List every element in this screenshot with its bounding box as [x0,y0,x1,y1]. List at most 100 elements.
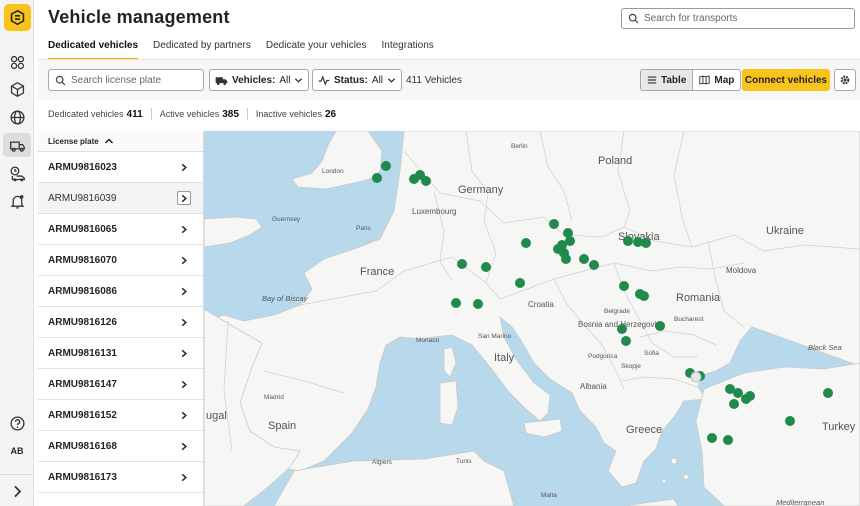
chevron-up-icon [104,138,113,144]
vehicle-marker[interactable] [565,236,575,246]
vehicles-filter-dropdown[interactable]: Vehicles: All [209,69,310,91]
map-icon [699,75,711,85]
dashboard-nav-button[interactable] [3,50,31,74]
vehicle-marker[interactable] [623,236,633,246]
vehicle-marker[interactable] [549,219,559,229]
vehicle-marker[interactable] [723,435,733,445]
vehicle-marker[interactable] [381,161,391,171]
vehicle-marker[interactable] [561,254,571,264]
vehicle-management-app: AB Vehicle management Search for transpo… [0,0,860,506]
license-plate-column-header[interactable]: License plate [38,131,203,152]
network-nav-button[interactable] [3,105,31,129]
vehicle-marker[interactable] [823,388,833,398]
status-filter-dropdown[interactable]: Status: All [312,69,403,91]
map-view-button[interactable]: Map [693,70,740,90]
vehicle-marker[interactable] [785,416,795,426]
user-avatar[interactable]: AB [6,442,28,460]
vehicle-marker[interactable] [733,388,743,398]
row-open-button[interactable] [177,160,191,174]
tab-dedicated-vehicles[interactable]: Dedicated vehicles [48,40,139,60]
table-view-label: Table [661,74,687,86]
vehicle-row[interactable]: ARMU9816173 [38,462,203,493]
vehicle-marker[interactable] [457,259,467,269]
page-title: Vehicle management [48,7,230,27]
license-plate-text: ARMU9816168 [48,440,117,452]
vehicles-nav-button[interactable] [3,133,31,157]
active-count: 385 [222,108,239,120]
vehicle-row[interactable]: ARMU9816039 [38,183,203,214]
tab-dedicate-your-vehicles[interactable]: Dedicate your vehicles [266,40,367,60]
vehicle-marker[interactable] [372,173,382,183]
vehicle-row[interactable]: ARMU9816152 [38,400,203,431]
vehicle-row[interactable]: ARMU9816126 [38,307,203,338]
row-open-button[interactable] [177,284,191,298]
vehicle-marker[interactable] [621,336,631,346]
vehicle-marker[interactable] [619,281,629,291]
row-open-button[interactable] [177,222,191,236]
vehicle-marker[interactable] [655,321,665,331]
row-open-button[interactable] [177,439,191,453]
country-label: Poland [598,155,632,167]
row-open-button[interactable] [177,408,191,422]
city-label: Monaco [416,337,440,344]
app-logo[interactable] [4,4,31,31]
vehicle-row[interactable]: ARMU9816070 [38,245,203,276]
vehicle-marker[interactable] [745,391,755,401]
vehicle-marker[interactable] [515,278,525,288]
license-plate-text: ARMU9816023 [48,161,117,173]
vehicle-map[interactable]: Poland Germany Slovakia Ukraine France Romani… [204,131,860,506]
europe-map: PolandGermanySlovakia UkraineFranceRomani… [204,131,860,506]
vehicle-list: License plate ARMU9816023 ARMU9816039 ARMU… [38,131,204,506]
city-label: Berlin [511,143,528,150]
city-label: Sofia [644,350,659,357]
sea-label: Mediterranean [776,498,824,506]
vehicle-marker[interactable] [641,238,651,248]
row-open-button[interactable] [177,377,191,391]
row-open-button[interactable] [177,253,191,267]
chevron-right-icon [13,485,21,497]
tab-dedicated-by-partners[interactable]: Dedicated by partners [153,40,251,60]
help-icon [9,415,25,431]
shipments-nav-button[interactable] [3,77,31,101]
row-open-button[interactable] [177,346,191,360]
row-open-button[interactable] [177,191,191,205]
tracking-nav-button[interactable] [3,161,31,185]
vehicle-marker[interactable] [521,238,531,248]
vehicle-row[interactable]: ARMU9816065 [38,214,203,245]
row-open-button[interactable] [177,470,191,484]
expand-rail-button[interactable] [3,479,31,503]
search-icon [55,75,66,85]
vehicle-count: 411 Vehicles [406,75,462,86]
vehicle-row[interactable]: ARMU9816168 [38,431,203,462]
vehicle-marker[interactable] [473,299,483,309]
inactive-vehicle-marker[interactable] [690,371,702,383]
vehicle-marker[interactable] [617,324,627,334]
vehicle-row[interactable]: ARMU9816147 [38,369,203,400]
alerts-nav-button[interactable] [3,189,31,213]
vehicle-marker[interactable] [639,291,649,301]
grid-icon [10,55,24,69]
vehicle-row[interactable]: ARMU9816023 [38,152,203,183]
license-plate-search-input[interactable]: Search license plate [48,69,204,91]
vehicle-marker[interactable] [481,262,491,272]
tab-bar: Dedicated vehicles Dedicated by partners… [48,40,434,60]
vehicle-marker[interactable] [451,298,461,308]
vehicle-row[interactable]: ARMU9816086 [38,276,203,307]
row-open-button[interactable] [177,315,191,329]
connect-vehicles-button[interactable]: Connect vehicles [742,69,830,91]
chevron-right-icon [181,411,187,419]
table-view-button[interactable]: Table [641,70,694,90]
tab-integrations[interactable]: Integrations [382,40,434,60]
vehicle-marker[interactable] [707,433,717,443]
vehicle-marker[interactable] [729,399,739,409]
logo-icon [10,9,25,26]
inactive-count: 26 [324,108,337,120]
vehicle-marker[interactable] [579,254,589,264]
vehicle-row[interactable]: ARMU9816131 [38,338,203,369]
license-plate-text: ARMU9816039 [48,192,117,204]
transport-search-input[interactable]: Search for transports [621,8,855,29]
vehicle-marker[interactable] [421,176,431,186]
help-button[interactable] [3,411,31,435]
settings-button[interactable] [834,69,856,91]
vehicle-marker[interactable] [589,260,599,270]
